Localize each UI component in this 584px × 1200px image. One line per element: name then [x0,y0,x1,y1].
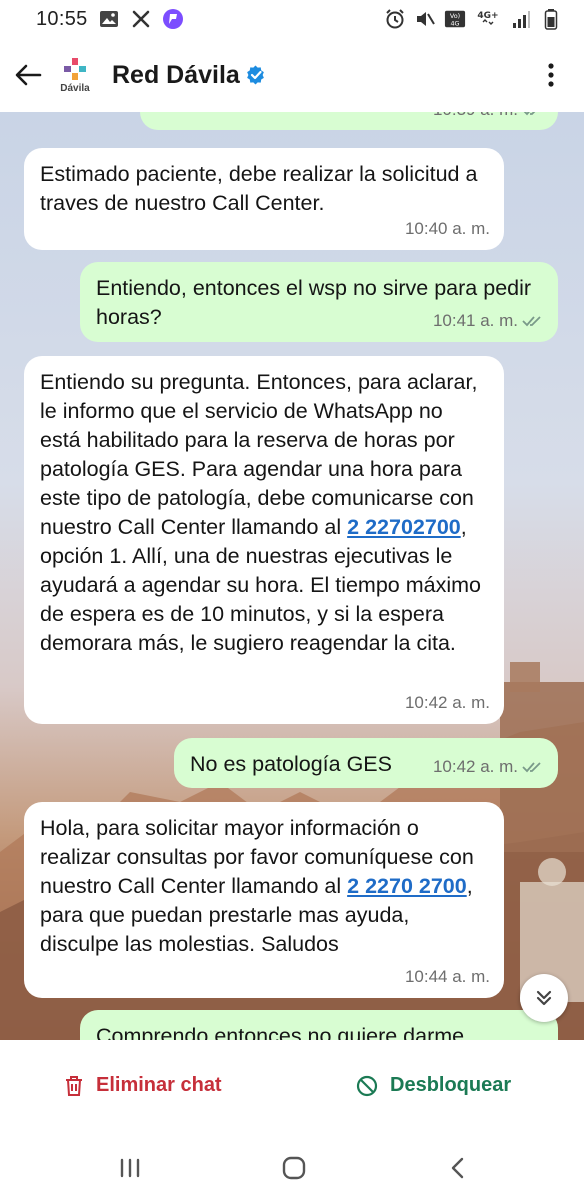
svg-text:4G: 4G [450,19,459,27]
message-bubble-outgoing[interactable]: Comprendo entonces no quiere darme [80,1010,558,1040]
message-time: 10:40 a. m. [404,219,490,238]
system-nav-bar [0,1134,584,1200]
contact-name[interactable]: Red Dávila [112,61,240,90]
battery-icon [540,8,562,30]
image-icon [98,8,120,30]
message-text: No es patología GES [190,752,392,776]
avatar-label: Dávila [60,83,90,94]
svg-text:4G+: 4G+ [477,11,498,21]
4g-icon: 4G+ [474,8,502,30]
delete-chat-label: Eliminar chat [96,1074,222,1096]
double-check-icon [522,315,541,326]
back-arrow-icon[interactable] [4,51,52,99]
message-text: Comprendo entonces no quiere darme [96,1024,465,1040]
chat-header: Dávila Red Dávila [0,38,584,112]
message-bubble-incoming[interactable]: Hola, para solicitar mayor información o… [24,802,504,998]
message-text: Entiendo su pregunta. Entonces, para acl… [40,370,481,655]
mute-icon [414,8,436,30]
block-icon [356,1075,378,1096]
double-check-icon [524,112,535,115]
message-time: 10:42 a. m. [404,693,490,712]
phone-link[interactable]: 2 2270 2700 [347,874,467,898]
status-time: 10:55 [36,7,88,30]
message-text: Hola, para solicitar mayor información o… [40,816,474,956]
scroll-down-button[interactable] [520,974,568,1022]
chat-area[interactable]: 10:39 a. m. Estimado paciente, debe real… [0,112,584,1040]
trash-icon [66,1075,82,1096]
unblock-label: Desbloquear [390,1074,512,1096]
double-chevron-down-icon [536,990,552,1006]
delete-chat-button[interactable]: Eliminar chat [64,1074,222,1097]
volte-icon: Vo) 4G [444,8,466,30]
message-bubble-outgoing[interactable]: 10:39 a. m. [140,112,558,130]
blocked-actions-bar: Eliminar chat Desbloquear [0,1040,584,1134]
more-options-icon[interactable] [536,55,566,95]
unblock-button[interactable]: Desbloquear [356,1074,511,1097]
message-time: 10:39 a. m. [433,112,544,124]
message-bubble-outgoing[interactable]: No es patología GES 10:42 a. m. [174,738,558,788]
message-time: 10:41 a. m. [433,306,544,335]
message-time: 10:42 a. m. [433,752,544,781]
recent-apps-icon[interactable] [110,1148,150,1188]
signal-icon [510,8,532,30]
back-nav-icon[interactable] [438,1148,478,1188]
phone-link[interactable]: 2 22702700 [347,515,461,539]
x-icon [130,8,152,30]
message-time: 10:44 a. m. [404,967,490,986]
avatar[interactable]: Dávila [52,52,98,98]
double-check-icon [522,761,541,772]
message-bubble-outgoing[interactable]: Entiendo, entonces el wsp no sirve para … [80,262,558,342]
alarm-icon [384,8,406,30]
message-bubble-incoming[interactable]: Entiendo su pregunta. Entonces, para acl… [24,356,504,724]
home-icon[interactable] [274,1148,314,1188]
message-bubble-incoming[interactable]: Estimado paciente, debe realizar la soli… [24,148,504,250]
verified-badge-icon [246,65,266,85]
status-bar: 10:55 Vo) 4G 4G+ [0,0,584,38]
message-text: Estimado paciente, debe realizar la soli… [40,162,478,215]
notification-icon [162,8,184,30]
